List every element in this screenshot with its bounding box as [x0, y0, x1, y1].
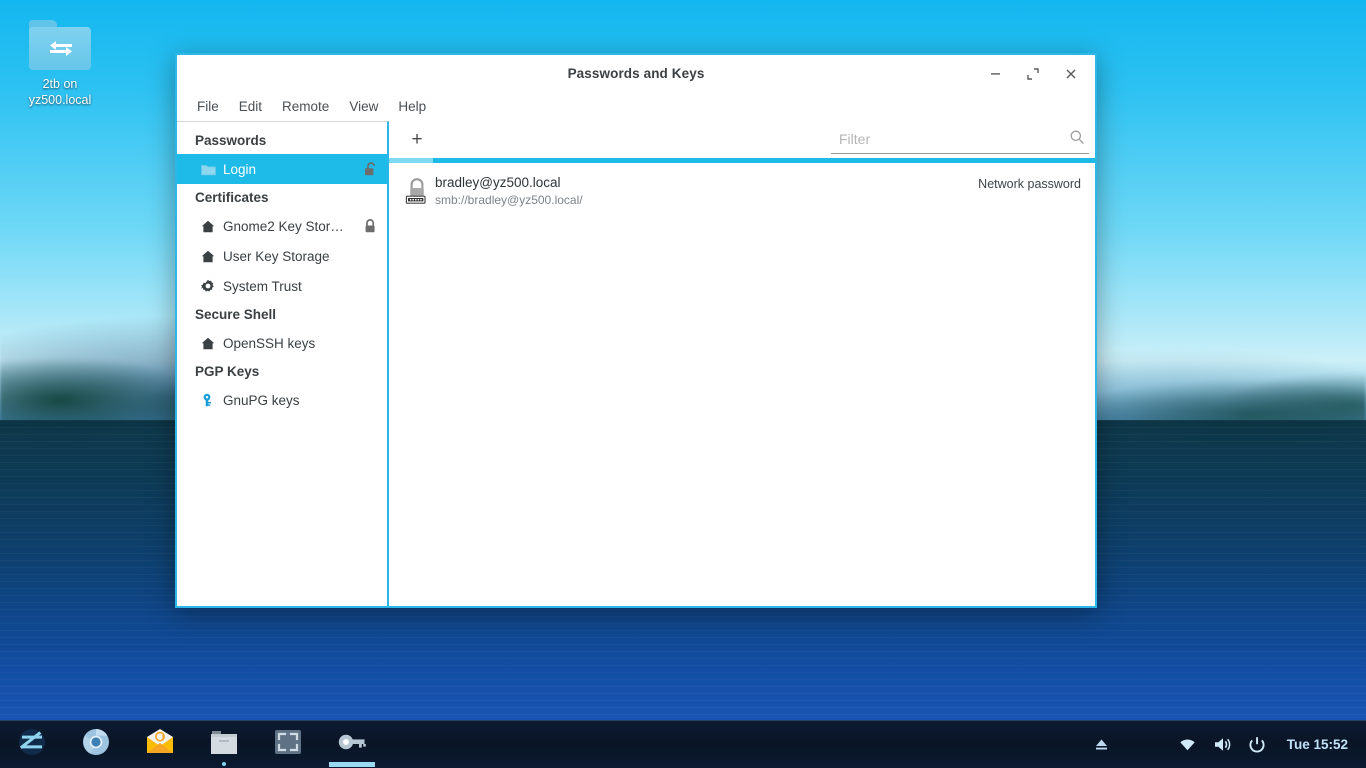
entry-list[interactable]: bradley@yz500.local smb://bradley@yz500.…: [389, 163, 1095, 606]
chromium-icon: [81, 727, 111, 762]
toolbar: +: [389, 121, 1095, 158]
sidebar-group-passwords: Passwords: [195, 133, 267, 148]
sidebar-item-system-trust[interactable]: System Trust: [177, 271, 387, 301]
sidebar-item-gnupg-keys[interactable]: GnuPG keys: [177, 385, 387, 415]
taskbar-item-passwords-and-keys[interactable]: [320, 721, 384, 768]
mail-envelope-icon: [145, 729, 175, 760]
search-icon[interactable]: [1069, 129, 1085, 150]
maximize-button[interactable]: [1019, 61, 1047, 87]
close-icon: [1066, 69, 1076, 78]
running-indicator-bar: [329, 761, 375, 767]
zorin-logo-icon: [17, 727, 47, 762]
sidebar-item-login[interactable]: Login: [177, 154, 387, 184]
key-icon: [337, 731, 367, 758]
desktop[interactable]: 2tb on yz500.local Passwords and Keys Fi…: [0, 0, 1366, 768]
main-pane: + Filter bradley@yz500.local smb://bradl…: [389, 121, 1095, 606]
sidebar-item-openssh-keys-label: OpenSSH keys: [223, 335, 316, 351]
accent-separator-highlight: [389, 158, 433, 163]
list-item-title: bradley@yz500.local: [435, 175, 561, 190]
home-icon: [199, 335, 217, 351]
sidebar-item-gnome2-label: Gnome2 Key Stor…: [223, 218, 344, 234]
taskbar-item-zorin-menu[interactable]: [0, 721, 64, 768]
network-arrows-icon: [50, 41, 72, 56]
minimize-icon: [990, 73, 1000, 75]
folder-network-icon: [29, 20, 91, 70]
filter-input[interactable]: [839, 131, 1069, 147]
window-title: Passwords and Keys: [567, 66, 705, 81]
list-item-subtitle: smb://bradley@yz500.local/: [435, 193, 583, 207]
taskbar-clock[interactable]: Tue 15:52: [1275, 737, 1356, 752]
home-icon: [199, 248, 217, 264]
desktop-icon-label-line1: 2tb on: [42, 77, 78, 91]
sidebar-item-gnupg-keys-label: GnuPG keys: [223, 392, 300, 408]
gear-icon: [199, 278, 217, 294]
close-button[interactable]: [1057, 61, 1085, 87]
sidebar-item-login-label: Login: [223, 161, 257, 177]
menu-edit[interactable]: Edit: [231, 96, 270, 117]
sidebar-group-pgp-keys: PGP Keys: [195, 364, 260, 379]
eject-icon: [1095, 739, 1107, 750]
menu-file[interactable]: File: [189, 96, 227, 117]
menu-remote[interactable]: Remote: [274, 96, 337, 117]
tray-eject-button[interactable]: [1086, 721, 1117, 768]
menu-help[interactable]: Help: [390, 96, 434, 117]
sidebar-item-gnome2-key-storage[interactable]: Gnome2 Key Stor…: [177, 211, 387, 241]
gnupg-key-icon: [199, 392, 217, 408]
menubar[interactable]: File Edit Remote View Help: [177, 92, 1095, 121]
running-indicator-dot: [222, 761, 226, 766]
volume-icon: [1214, 738, 1230, 751]
desktop-icon-label-line2: yz500.local: [28, 93, 92, 107]
home-icon: [199, 218, 217, 234]
maximize-icon: [1027, 67, 1039, 80]
sidebar-group-secure-shell: Secure Shell: [195, 307, 277, 322]
sidebar-item-openssh-keys[interactable]: OpenSSH keys: [177, 328, 387, 358]
menu-view[interactable]: View: [341, 96, 386, 117]
sidebar-item-system-trust-label: System Trust: [223, 278, 302, 294]
keyring-folder-icon: [199, 161, 217, 177]
taskbar-item-screenshot[interactable]: [256, 721, 320, 768]
window-controls[interactable]: [981, 61, 1095, 87]
taskbar-item-mail[interactable]: [128, 721, 192, 768]
screenshot-icon: [274, 729, 302, 760]
padlock-open-icon: [358, 161, 377, 177]
file-manager-icon: [209, 728, 239, 761]
tray-volume-button[interactable]: [1206, 721, 1239, 768]
tray-network-button[interactable]: [1171, 721, 1204, 768]
passwords-and-keys-window[interactable]: Passwords and Keys File Edit Remote View…: [175, 53, 1097, 608]
add-new-item-button[interactable]: +: [403, 127, 431, 153]
network-password-lock-icon: [405, 174, 435, 211]
sidebar-item-user-key-storage-label: User Key Storage: [223, 248, 330, 264]
tray-power-button[interactable]: [1241, 721, 1273, 768]
sidebar-item-user-key-storage[interactable]: User Key Storage: [177, 241, 387, 271]
window-titlebar[interactable]: Passwords and Keys: [177, 55, 1095, 92]
taskbar-item-files[interactable]: [192, 721, 256, 768]
accent-separator: [389, 158, 1095, 163]
filter-field[interactable]: [831, 125, 1089, 154]
taskbar-tray[interactable]: Tue 15:52: [1086, 721, 1366, 768]
taskbar-item-chromium[interactable]: [64, 721, 128, 768]
taskbar-launchers[interactable]: [0, 721, 384, 768]
taskbar[interactable]: Tue 15:52: [0, 720, 1366, 768]
list-item-text: bradley@yz500.local smb://bradley@yz500.…: [435, 174, 583, 208]
window-body: Passwords Login Certificates Gnome2 Key …: [177, 121, 1095, 606]
list-item[interactable]: bradley@yz500.local smb://bradley@yz500.…: [389, 170, 1095, 215]
sidebar[interactable]: Passwords Login Certificates Gnome2 Key …: [177, 121, 389, 606]
sidebar-group-certificates: Certificates: [195, 190, 269, 205]
padlock-closed-icon: [358, 218, 377, 234]
power-icon: [1249, 736, 1265, 752]
desktop-icon-2tb-on-yz500[interactable]: 2tb on yz500.local: [12, 12, 108, 108]
list-item-type: Network password: [978, 177, 1081, 191]
minimize-button[interactable]: [981, 61, 1009, 87]
wifi-icon: [1180, 738, 1195, 750]
